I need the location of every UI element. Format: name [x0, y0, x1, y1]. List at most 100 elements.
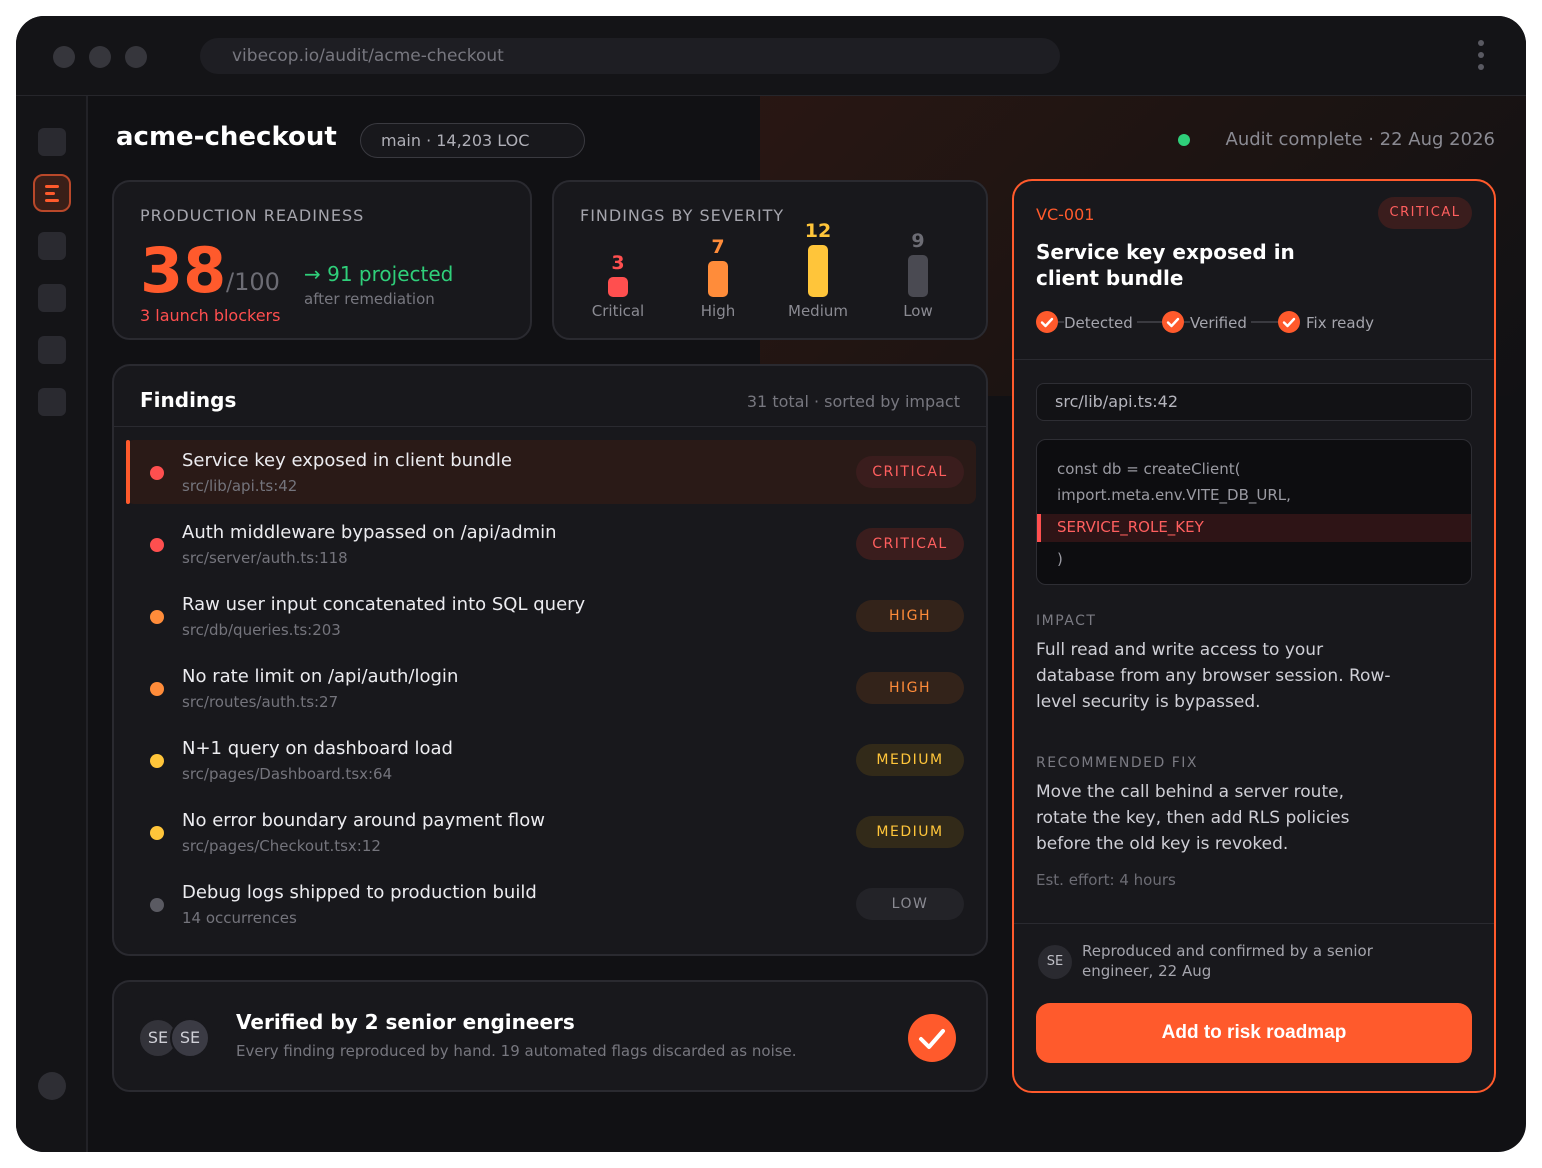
- severity-low[interactable]: 9 Low: [878, 182, 958, 342]
- verified-card: SE SE Verified by 2 senior engineers Eve…: [112, 980, 988, 1092]
- finding-row[interactable]: N+1 query on dashboard load src/pages/Da…: [126, 728, 976, 792]
- check-icon: [1162, 311, 1184, 333]
- finding-title: No error boundary around payment flow: [182, 810, 545, 831]
- sidebar-item-2[interactable]: [38, 232, 66, 260]
- code-snippet: const db = createClient( import.meta.env…: [1036, 439, 1472, 585]
- app-window: vibecop.io/audit/acme-checkout acme-chec…: [16, 16, 1526, 1152]
- readiness-card: PRODUCTION READINESS 38 /100 3 launch bl…: [112, 180, 532, 340]
- severity-critical-bar: [608, 277, 628, 297]
- sidebar-item-5[interactable]: [38, 388, 66, 416]
- severity-dot-icon: [150, 610, 164, 624]
- readiness-label: PRODUCTION READINESS: [140, 206, 365, 225]
- severity-high[interactable]: 7 High: [678, 182, 758, 342]
- finding-row[interactable]: Service key exposed in client bundle src…: [126, 440, 976, 504]
- severity-badge: MEDIUM: [856, 744, 964, 776]
- engineer-avatar: SE: [1038, 945, 1072, 979]
- severity-medium[interactable]: 12 Medium: [778, 182, 858, 342]
- finding-row[interactable]: Debug logs shipped to production build 1…: [126, 872, 976, 936]
- step-fix-ready: Fix ready: [1306, 314, 1375, 332]
- severity-dot-icon: [150, 682, 164, 696]
- finding-path: 14 occurrences: [182, 909, 297, 927]
- severity-high-count: 7: [711, 236, 725, 258]
- projected-score: → 91 projected: [304, 262, 454, 286]
- add-to-roadmap-button[interactable]: Add to risk roadmap: [1036, 1003, 1472, 1063]
- user-avatar[interactable]: [38, 1072, 66, 1100]
- finding-title: Auth middleware bypassed on /api/admin: [182, 522, 557, 543]
- sidebar-item-findings[interactable]: [33, 174, 71, 212]
- finding-title: Debug logs shipped to production build: [182, 882, 537, 903]
- branch-pill[interactable]: main · 14,203 LOC: [360, 123, 585, 158]
- effort-estimate: Est. effort: 4 hours: [1036, 871, 1176, 889]
- finding-title: Service key exposed in client bundle: [182, 450, 512, 471]
- list-icon: [45, 185, 59, 188]
- severity-dot-icon: [150, 754, 164, 768]
- severity-low-name: Low: [903, 302, 933, 320]
- severity-badge: CRITICAL: [856, 528, 964, 560]
- severity-badge: CRITICAL: [856, 456, 964, 488]
- finding-row[interactable]: Auth middleware bypassed on /api/admin s…: [126, 512, 976, 576]
- severity-dot-icon: [150, 826, 164, 840]
- severity-card: FINDINGS BY SEVERITY 3 Critical 7 High 1…: [552, 180, 988, 340]
- verified-title: Verified by 2 senior engineers: [236, 1010, 575, 1034]
- severity-badge: LOW: [856, 888, 964, 920]
- findings-meta[interactable]: 31 total · sorted by impact: [747, 392, 960, 411]
- severity-critical-name: Critical: [591, 302, 645, 320]
- step-verified: Verified: [1190, 314, 1251, 332]
- severity-medium-bar: [808, 245, 828, 297]
- check-icon: [908, 1014, 956, 1062]
- severity-high-bar: [708, 261, 728, 297]
- more-options-icon[interactable]: [1478, 40, 1486, 74]
- divider: [1014, 359, 1494, 360]
- finding-detail-panel: VC-001 CRITICAL Service key exposed in c…: [1012, 179, 1496, 1093]
- window-maximize-dot[interactable]: [125, 46, 147, 68]
- window-minimize-dot[interactable]: [89, 46, 111, 68]
- engineer-avatar: SE: [170, 1018, 210, 1058]
- finding-path: src/routes/auth.ts:27: [182, 693, 339, 711]
- file-path[interactable]: src/lib/api.ts:42: [1036, 383, 1472, 421]
- fix-label: RECOMMENDED FIX: [1036, 755, 1198, 771]
- severity-high-name: High: [700, 302, 736, 320]
- sidebar: [16, 96, 88, 1152]
- sidebar-item-3[interactable]: [38, 284, 66, 312]
- finding-title: No rate limit on /api/auth/login: [182, 666, 459, 687]
- finding-row[interactable]: Raw user input concatenated into SQL que…: [126, 584, 976, 648]
- finding-row[interactable]: No rate limit on /api/auth/login src/rou…: [126, 656, 976, 720]
- severity-badge: HIGH: [856, 672, 964, 704]
- check-icon: [1278, 311, 1300, 333]
- severity-dot-icon: [150, 466, 164, 480]
- sidebar-item-home[interactable]: [38, 128, 66, 156]
- audit-status: Audit complete · 22 Aug 2026: [1225, 129, 1495, 150]
- browser-titlebar: vibecop.io/audit/acme-checkout: [16, 16, 1526, 96]
- confirmation-text: Reproduced and confirmed by a senior eng…: [1082, 942, 1373, 980]
- finding-row[interactable]: No error boundary around payment flow sr…: [126, 800, 976, 864]
- impact-text: Full read and write access to your datab…: [1036, 640, 1391, 712]
- launch-blockers[interactable]: 3 launch blockers: [140, 306, 280, 325]
- projected-caption: after remediation: [304, 290, 435, 308]
- severity-medium-count: 12: [804, 220, 832, 242]
- sidebar-item-4[interactable]: [38, 336, 66, 364]
- status-indicator-icon: [1178, 134, 1190, 146]
- finding-path: src/pages/Dashboard.tsx:64: [182, 765, 393, 783]
- verified-subtitle: Every finding reproduced by hand. 19 aut…: [236, 1042, 797, 1060]
- url-bar[interactable]: vibecop.io/audit/acme-checkout: [200, 38, 1060, 74]
- window-close-dot[interactable]: [53, 46, 75, 68]
- code-line: const db = createClient(: [1057, 460, 1241, 478]
- severity-low-count: 9: [911, 230, 925, 252]
- page-title: acme-checkout: [116, 122, 337, 152]
- code-line: import.meta.env.VITE_DB_URL,: [1057, 486, 1291, 504]
- severity-medium-name: Medium: [788, 302, 848, 320]
- severity-low-bar: [908, 255, 928, 297]
- severity-dot-icon: [150, 898, 164, 912]
- finding-path: src/pages/Checkout.tsx:12: [182, 837, 381, 855]
- severity-critical[interactable]: 3 Critical: [578, 182, 658, 342]
- findings-title: Findings: [140, 388, 237, 412]
- check-icon: [1036, 311, 1058, 333]
- readiness-score-max: /100: [226, 268, 280, 296]
- finding-title: Raw user input concatenated into SQL que…: [182, 594, 586, 615]
- severity-badge: CRITICAL: [1378, 197, 1472, 229]
- finding-title: N+1 query on dashboard load: [182, 738, 453, 759]
- code-line-highlighted: SERVICE_ROLE_KEY: [1057, 518, 1204, 536]
- severity-critical-count: 3: [611, 252, 625, 274]
- impact-label: IMPACT: [1036, 613, 1097, 629]
- divider: [1014, 923, 1494, 924]
